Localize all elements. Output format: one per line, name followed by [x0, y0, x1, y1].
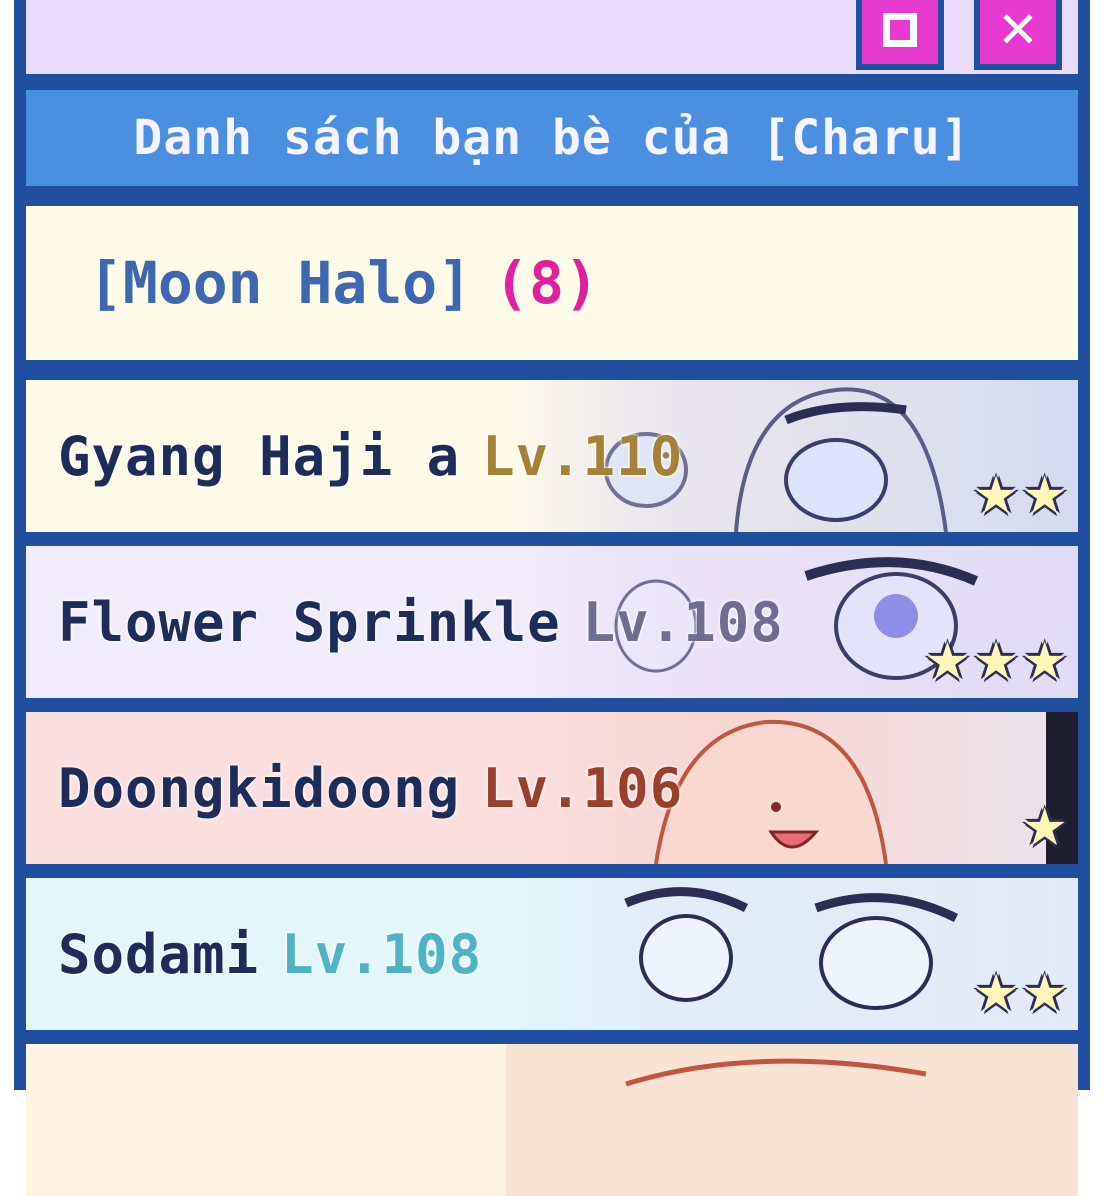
maximize-button[interactable]: [856, 0, 944, 70]
star-icon: ★: [1021, 632, 1068, 692]
group-name: [Moon Halo]: [88, 249, 473, 317]
friend-rank-stars: ★ ★: [973, 968, 1068, 1020]
star-icon: ★: [1021, 466, 1068, 526]
close-button[interactable]: ✕: [974, 0, 1062, 70]
friend-level: Lv.106: [482, 756, 684, 820]
close-icon: ✕: [997, 1, 1039, 59]
star-icon: ★: [972, 964, 1020, 1024]
friend-list-header: Danh sách bạn bè của [Charu]: [26, 90, 1078, 186]
friend-row-flower-sprinkle[interactable]: Flower Sprinkle Lv.108 ★ ★ ★: [26, 546, 1078, 698]
friend-row-sodami[interactable]: Sodami Lv.108 ★ ★: [26, 878, 1078, 1030]
friend-level: Lv.110: [482, 424, 684, 488]
character-portrait: [506, 1044, 1078, 1196]
friend-name: Doongkidoong: [58, 756, 461, 820]
friend-rank-stars: ★: [1021, 802, 1068, 854]
friend-rank-stars: ★ ★: [973, 470, 1068, 522]
star-icon: ★: [1021, 964, 1068, 1024]
friend-name: Gyang Haji a: [58, 424, 461, 488]
friend-rank-stars: ★ ★ ★: [924, 636, 1068, 688]
star-icon: ★: [972, 466, 1020, 526]
group-count: (8): [494, 249, 599, 317]
friend-group-moon-halo[interactable]: [Moon Halo] (8): [26, 206, 1078, 360]
star-icon: ★: [924, 632, 971, 692]
star-icon: ★: [1021, 798, 1068, 858]
friend-name: Sodami: [58, 922, 260, 986]
friend-row-gyang-haji-a[interactable]: Gyang Haji a Lv.110 ★ ★: [26, 380, 1078, 532]
star-icon: ★: [972, 632, 1020, 692]
friend-row-doongkidoong[interactable]: Doongkidoong Lv.106 ★: [26, 712, 1078, 864]
friend-name: Flower Sprinkle: [58, 590, 561, 654]
friend-level: Lv.108: [281, 922, 483, 986]
friend-row-partial[interactable]: [26, 1044, 1078, 1196]
friend-list-window: ✕ Danh sách bạn bè của [Charu] [Moon Hal…: [14, 0, 1090, 1196]
page-title: Danh sách bạn bè của [Charu]: [133, 110, 971, 166]
friend-level: Lv.108: [582, 590, 784, 654]
square-icon: [883, 13, 917, 47]
